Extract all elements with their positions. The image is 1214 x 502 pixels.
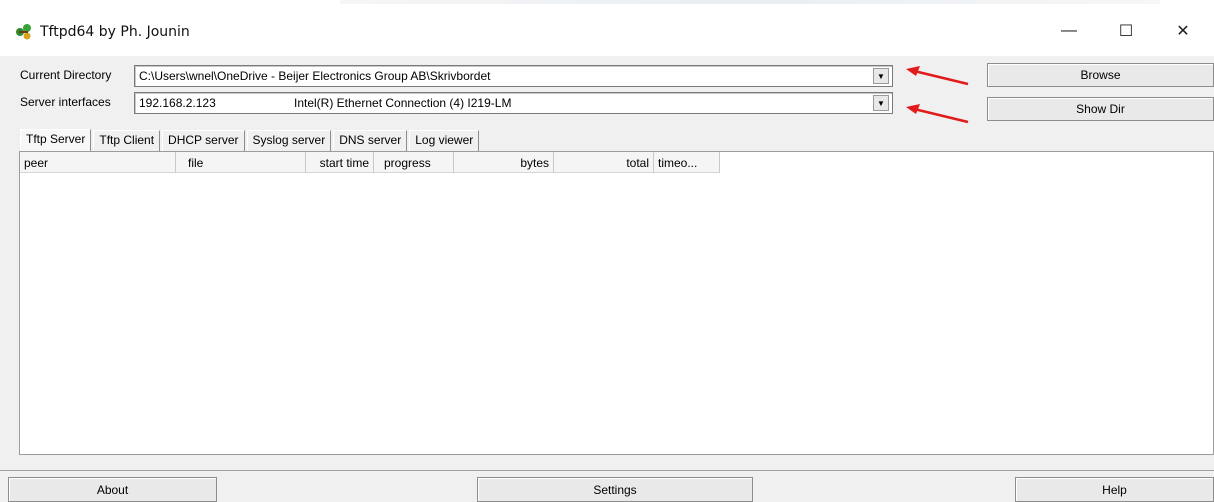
minimize-button[interactable]: —	[1046, 14, 1092, 48]
server-interface-ip: 192.168.2.123	[139, 96, 216, 110]
current-directory-label: Current Directory	[20, 68, 112, 82]
tab-log-viewer[interactable]: Log viewer	[409, 130, 480, 151]
column-header-progress[interactable]: progress	[374, 152, 454, 173]
tab-tftp-client[interactable]: Tftp Client	[93, 130, 161, 151]
about-button[interactable]: About	[8, 477, 217, 502]
transfer-list[interactable]: peer file start time progress bytes tota…	[19, 151, 1214, 455]
tab-tftp-server[interactable]: Tftp Server	[20, 129, 92, 152]
current-directory-combo[interactable]: C:\Users\wnel\OneDrive - Beijer Electron…	[134, 65, 893, 87]
tab-dns-server[interactable]: DNS server	[333, 130, 408, 151]
column-header-timeout[interactable]: timeo...	[654, 152, 720, 173]
help-button[interactable]: Help	[1015, 477, 1214, 502]
bottom-bar: About Settings Help	[0, 470, 1214, 502]
tftpd-app-icon	[14, 22, 34, 42]
window-title: Tftpd64 by Ph. Jounin	[40, 24, 190, 40]
server-interfaces-label: Server interfaces	[20, 95, 111, 109]
chevron-down-icon[interactable]: ▼	[873, 68, 889, 84]
current-directory-value: C:\Users\wnel\OneDrive - Beijer Electron…	[139, 69, 491, 83]
settings-button[interactable]: Settings	[477, 477, 753, 502]
chevron-down-icon[interactable]: ▼	[873, 95, 889, 111]
title-bar-decoration	[340, 0, 1160, 4]
maximize-button[interactable]: ☐	[1103, 14, 1149, 48]
server-interface-adapter: Intel(R) Ethernet Connection (4) I219-LM	[294, 96, 512, 110]
tab-dhcp-server[interactable]: DHCP server	[162, 130, 245, 151]
column-header-bytes[interactable]: bytes	[454, 152, 554, 173]
close-icon: ✕	[1176, 23, 1190, 40]
title-bar: Tftpd64 by Ph. Jounin — ☐ ✕	[0, 0, 1214, 56]
list-header: peer file start time progress bytes tota…	[20, 152, 720, 173]
browse-button[interactable]: Browse	[987, 63, 1214, 87]
divider	[0, 470, 1214, 471]
maximize-icon: ☐	[1118, 23, 1134, 40]
annotation-arrow-icon	[906, 66, 969, 86]
tab-syslog-server[interactable]: Syslog server	[246, 130, 332, 151]
show-dir-button[interactable]: Show Dir	[987, 97, 1214, 121]
tab-strip: Tftp Server Tftp Client DHCP server Sysl…	[20, 129, 481, 152]
column-header-total[interactable]: total	[554, 152, 654, 173]
client-area: Current Directory C:\Users\wnel\OneDrive…	[0, 56, 1214, 502]
server-interfaces-combo[interactable]: 192.168.2.123 Intel(R) Ethernet Connecti…	[134, 92, 893, 114]
column-header-start-time[interactable]: start time	[306, 152, 374, 173]
column-header-file[interactable]: file	[176, 152, 306, 173]
column-header-peer[interactable]: peer	[20, 152, 176, 173]
close-button[interactable]: ✕	[1160, 14, 1206, 48]
annotation-arrow-icon	[906, 104, 969, 124]
minimize-icon: —	[1061, 22, 1077, 39]
